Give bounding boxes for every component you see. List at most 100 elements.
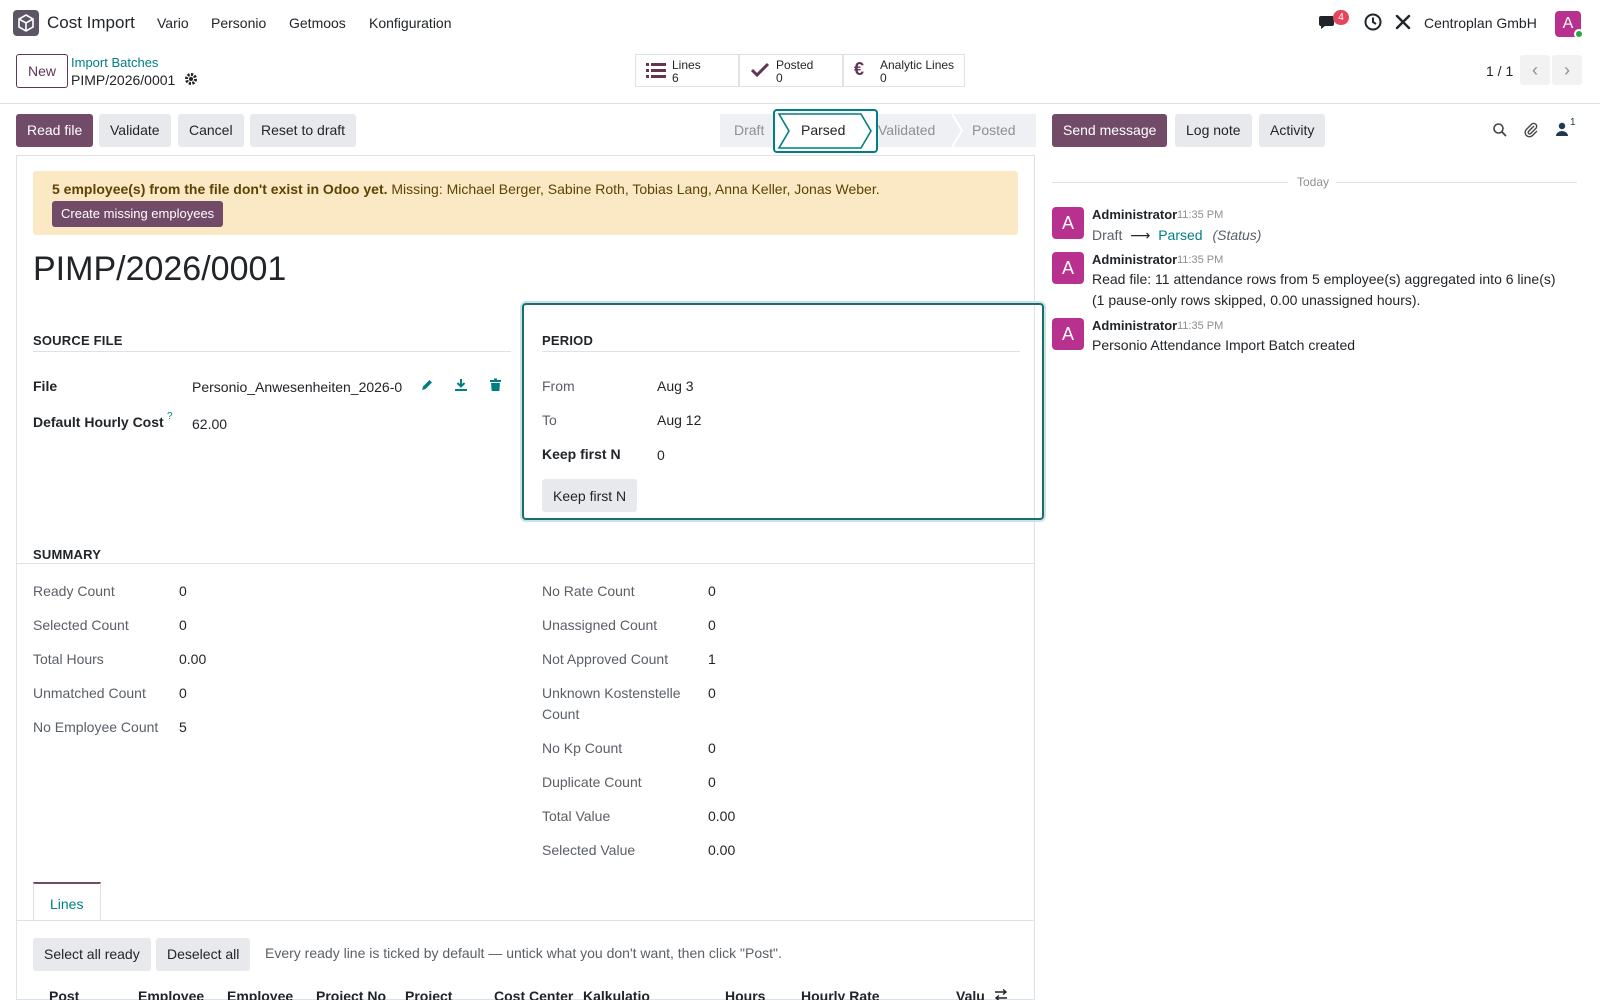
smart-button-analytic-lines[interactable]: € Analytic Lines 0 xyxy=(843,54,965,87)
column-project[interactable]: Project xyxy=(405,988,452,1000)
smart-posted-label: Posted xyxy=(776,58,814,72)
edit-icon[interactable] xyxy=(420,378,434,395)
no-rate-count-value: 0 xyxy=(708,583,716,599)
send-message-button[interactable]: Send message xyxy=(1052,114,1168,147)
control-panel-divider xyxy=(0,103,1600,104)
column-cost-center[interactable]: Cost Center xyxy=(494,988,573,1000)
not-approved-count-label: Not Approved Count xyxy=(542,651,669,667)
no-rate-count-label: No Rate Count xyxy=(542,583,635,599)
missing-employees-alert: 5 employee(s) from the file don't exist … xyxy=(33,171,1018,235)
file-name[interactable]: Personio_Anwesenheiten_2026-0 xyxy=(192,379,408,395)
message-author[interactable]: Administrator xyxy=(1092,252,1177,267)
smart-analytic-value: 0 xyxy=(880,71,887,85)
pager-value[interactable]: 1 / 1 xyxy=(1486,63,1513,79)
breadcrumb-import-batches[interactable]: Import Batches xyxy=(71,55,158,70)
period-to-value[interactable]: Aug 12 xyxy=(657,412,701,428)
page-title: PIMP/2026/0001 xyxy=(33,250,287,288)
message-author[interactable]: Administrator xyxy=(1092,318,1177,333)
stage-posted[interactable]: Posted xyxy=(956,114,1036,147)
ready-count-label: Ready Count xyxy=(33,583,115,599)
message-avatar[interactable]: A xyxy=(1052,252,1084,284)
message-author[interactable]: Administrator xyxy=(1092,207,1177,222)
total-hours-value: 0.00 xyxy=(179,651,207,667)
unmatched-count-label: Unmatched Count xyxy=(33,685,146,701)
stage-validated[interactable]: Validated xyxy=(870,114,956,147)
selected-value-label: Selected Value xyxy=(542,842,636,858)
stage-parsed-active[interactable]: Parsed xyxy=(773,109,878,153)
keep-first-n-label: Keep first N xyxy=(542,446,621,462)
app-name[interactable]: Cost Import xyxy=(47,13,135,33)
pager-next-icon[interactable]: › xyxy=(1552,55,1582,85)
deselect-all-button[interactable]: Deselect all xyxy=(156,938,251,971)
ready-count-value: 0 xyxy=(179,583,187,599)
smart-button-posted[interactable]: Posted 0 xyxy=(739,54,843,87)
breadcrumb-current: PIMP/2026/0001 xyxy=(71,72,176,88)
no-employee-count-label: No Employee Count xyxy=(33,719,159,735)
smart-posted-value: 0 xyxy=(776,71,783,85)
select-all-ready-button[interactable]: Select all ready xyxy=(33,938,151,971)
column-kalkulation[interactable]: Kalkulatio xyxy=(583,988,650,1000)
menu-vario[interactable]: Vario xyxy=(157,15,189,31)
column-post[interactable]: Post xyxy=(49,988,79,1000)
column-employee[interactable]: Employee xyxy=(138,988,204,1000)
column-hourly-rate[interactable]: Hourly Rate xyxy=(801,988,880,1000)
keep-first-n-value[interactable]: 0 xyxy=(657,447,665,463)
status-to: Parsed xyxy=(1158,227,1203,243)
cancel-button[interactable]: Cancel xyxy=(178,114,244,147)
default-hourly-cost-value[interactable]: 62.00 xyxy=(192,416,227,432)
default-hourly-cost-label: Default Hourly Cost xyxy=(33,414,164,430)
company-switcher[interactable]: Centroplan GmbH xyxy=(1424,15,1537,31)
column-employee-2[interactable]: Employee xyxy=(227,988,293,1000)
no-kp-count-label: No Kp Count xyxy=(542,740,623,756)
unassigned-count-label: Unassigned Count xyxy=(542,617,658,633)
column-value[interactable]: Valu xyxy=(956,988,985,1000)
create-missing-employees-button[interactable]: Create missing employees xyxy=(52,201,224,227)
log-note-button[interactable]: Log note xyxy=(1175,114,1252,147)
arrow-right-icon: ⟶ xyxy=(1130,227,1151,243)
file-label: File xyxy=(33,378,58,394)
column-options-icon[interactable] xyxy=(994,988,1008,1000)
stage-draft[interactable]: Draft xyxy=(720,114,780,147)
clock-icon[interactable] xyxy=(1363,12,1383,35)
message-avatar[interactable]: A xyxy=(1052,207,1084,239)
smart-lines-label: Lines xyxy=(672,58,701,72)
help-icon[interactable]: ? xyxy=(167,411,173,422)
tab-divider xyxy=(17,920,1034,921)
menu-konfiguration[interactable]: Konfiguration xyxy=(369,15,452,31)
message-status-change: Draft ⟶ Parsed (Status) xyxy=(1092,225,1261,246)
no-employee-count-value: 5 xyxy=(179,719,187,735)
followers-icon[interactable] xyxy=(1555,121,1569,140)
unknown-kostenstelle-label: Unknown Kostenstelle xyxy=(542,685,681,701)
app-logo-icon[interactable] xyxy=(13,10,39,36)
menu-personio[interactable]: Personio xyxy=(211,15,266,31)
today-label: Today xyxy=(1297,175,1330,189)
pager-previous-icon[interactable]: ‹ xyxy=(1520,55,1550,85)
new-button[interactable]: New xyxy=(16,54,68,88)
column-project-no[interactable]: Project No xyxy=(316,988,386,1000)
duplicate-count-value: 0 xyxy=(708,774,716,790)
tools-icon[interactable] xyxy=(1393,12,1413,35)
download-icon[interactable] xyxy=(454,378,468,395)
menu-getmoos[interactable]: Getmoos xyxy=(289,15,346,31)
column-hours[interactable]: Hours xyxy=(725,988,765,1000)
summary-heading: SUMMARY xyxy=(33,547,102,562)
trash-icon[interactable] xyxy=(489,378,502,395)
tab-lines[interactable]: Lines xyxy=(33,882,101,921)
search-icon[interactable] xyxy=(1492,122,1508,141)
paperclip-icon[interactable] xyxy=(1523,121,1539,141)
period-from-value[interactable]: Aug 3 xyxy=(657,378,694,394)
reset-to-draft-button[interactable]: Reset to draft xyxy=(250,114,357,147)
followers-count: 1 xyxy=(1570,117,1576,128)
validate-button[interactable]: Validate xyxy=(99,114,171,147)
duplicate-count-label: Duplicate Count xyxy=(542,774,642,790)
activity-button[interactable]: Activity xyxy=(1259,114,1326,147)
smart-button-lines[interactable]: Lines 6 xyxy=(635,54,739,87)
check-icon xyxy=(750,61,770,84)
message-time: 11:35 PM xyxy=(1177,254,1224,266)
keep-first-n-button[interactable]: Keep first N xyxy=(542,479,638,512)
message-avatar[interactable]: A xyxy=(1052,318,1084,350)
read-file-button[interactable]: Read file xyxy=(16,114,94,147)
list-icon xyxy=(646,61,666,84)
message-time: 11:35 PM xyxy=(1177,209,1224,221)
gear-icon[interactable] xyxy=(184,72,198,89)
